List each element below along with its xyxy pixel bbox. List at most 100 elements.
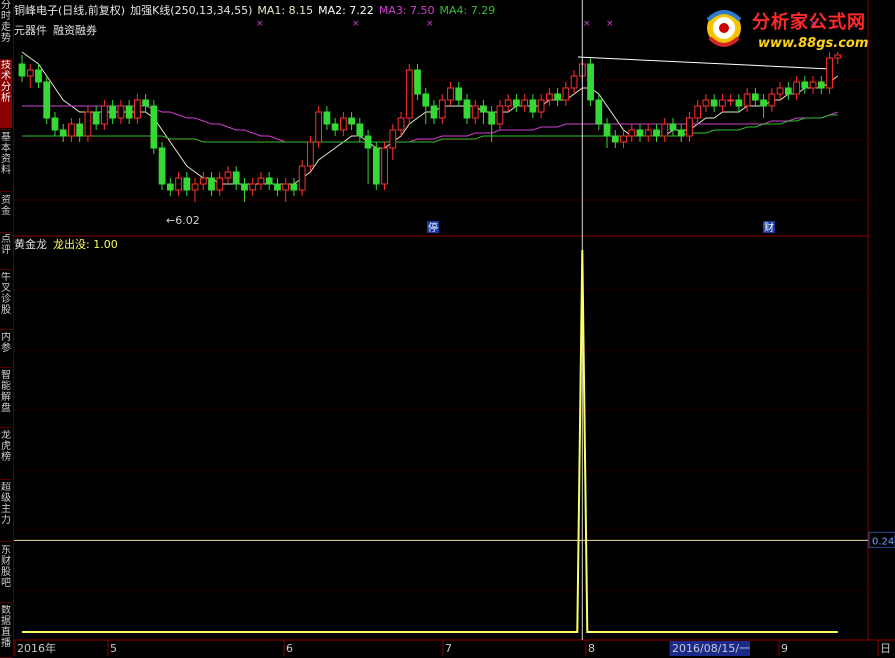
candle-body [826, 57, 833, 89]
candle-body [356, 123, 364, 137]
candle-body [595, 99, 603, 125]
reference-value-label: 0.24 [872, 536, 894, 547]
sidebar-separator [0, 602, 12, 603]
sub-header: 元器件 融资融券 [14, 22, 103, 38]
date-label: 9 [781, 642, 788, 655]
candle-body [199, 177, 207, 185]
indicator-panel-value: 龙出没: 1.00 [53, 238, 118, 251]
stock-name[interactable]: 铜峰电子(日线,前复权) [14, 4, 125, 17]
candle-body [570, 75, 578, 89]
sidebar-separator [0, 427, 12, 428]
candle-body [743, 93, 751, 107]
dividend-marker-icon: × [426, 19, 434, 29]
indicator-name[interactable]: 加强K线(250,13,34,55) [130, 4, 252, 17]
sidebar-separator [0, 269, 12, 270]
indicator-panel-header: 黄金龙 龙出没: 1.00 [14, 236, 124, 252]
candle-body [529, 99, 537, 113]
candle-body [471, 105, 479, 119]
sidebar: 分时走势技术分析基本资料资金 点评牛叉诊股内参智能解盘龙虎榜超级主力东财股吧数据直… [0, 0, 14, 658]
candle-body [447, 87, 454, 101]
candle-body [521, 99, 529, 107]
candle-body [257, 177, 265, 185]
dividend-marker-icon: × [352, 19, 360, 29]
candle-body [686, 117, 693, 137]
date-label: 5 [110, 642, 117, 655]
sidebar-separator [0, 541, 12, 542]
candle-body [92, 111, 100, 125]
candle-body [438, 99, 446, 119]
candle-body [801, 81, 809, 89]
candle-body [364, 135, 372, 149]
sidebar-separator [0, 191, 12, 192]
date-label: 日 [880, 642, 891, 655]
candlesticks [18, 0, 842, 640]
candle-body [496, 105, 504, 125]
candle-body [480, 105, 487, 113]
candle-body [562, 87, 570, 101]
sidebar-tab-3[interactable]: 资金 [0, 195, 12, 231]
sidebar-tab-9[interactable]: 超级主力 [0, 482, 12, 540]
sidebar-tab-2[interactable]: 基本资料 [0, 132, 12, 190]
sidebar-separator [0, 232, 12, 233]
date-label: 8 [588, 642, 595, 655]
sidebar-separator [0, 329, 12, 330]
candle-body [76, 123, 84, 137]
candle-body [84, 111, 92, 137]
candle-body [191, 183, 199, 191]
ma4-value: MA4: 7.29 [439, 4, 496, 17]
candle-body [158, 147, 166, 185]
candle-body [694, 105, 702, 119]
sidebar-tab-10[interactable]: 东财股吧 [0, 545, 12, 601]
signal-line [14, 249, 868, 633]
indicator-panel-name[interactable]: 黄金龙 [14, 238, 47, 251]
sidebar-tab-7[interactable]: 智能解盘 [0, 370, 12, 426]
candle-body [628, 129, 636, 137]
candle-body [603, 123, 611, 137]
candle-body [307, 141, 314, 167]
candle-body [422, 93, 430, 107]
candle-body [751, 93, 759, 101]
ma-line-ma4 [22, 114, 838, 143]
candle-body [430, 105, 438, 119]
candle-body [249, 183, 257, 191]
candle-body [727, 99, 735, 102]
candle-body [175, 177, 182, 191]
candle-body [18, 63, 26, 77]
sidebar-tab-11[interactable]: 数据直播 [0, 605, 12, 656]
margin-tag[interactable]: 融资融券 [53, 24, 97, 37]
candle-body [793, 81, 800, 95]
date-label: 7 [445, 642, 452, 655]
candle-body [710, 99, 718, 107]
candle-body [702, 99, 710, 107]
candle-body [142, 99, 149, 107]
sidebar-separator [0, 479, 12, 480]
candle-body [101, 105, 108, 125]
moving-average-lines [21, 51, 839, 185]
candle-body [117, 105, 125, 119]
sidebar-tab-0[interactable]: 分时走势 [0, 0, 12, 58]
sidebar-tab-8[interactable]: 龙虎榜 [0, 430, 12, 478]
sidebar-tab-4[interactable]: 点评 [0, 234, 12, 268]
ma1-value: MA1: 8.15 [257, 4, 314, 17]
candle-body [59, 129, 67, 137]
candle-body [298, 165, 306, 191]
date-label: 2016年 [17, 641, 56, 655]
candle-body [331, 123, 339, 131]
sidebar-tab-5[interactable]: 牛叉诊股 [0, 272, 12, 328]
sidebar-tab-6[interactable]: 内参 [0, 332, 12, 366]
candle-body [809, 81, 817, 89]
logo-title: 分析家公式网 [752, 12, 866, 33]
candle-body [241, 183, 248, 191]
candle-body [274, 183, 281, 191]
candle-body [644, 129, 652, 137]
candle-body [587, 63, 594, 101]
candle-body [282, 183, 290, 191]
sector-tag[interactable]: 元器件 [14, 24, 47, 37]
signal-series-line [22, 249, 838, 633]
candle-body [315, 111, 323, 143]
chart-canvas: 2016年 5 6 7 8 2016/08/15/一 9 日 0.24 ←6.02 停 财 × × × × ×… [14, 0, 895, 656]
candle-body [109, 105, 117, 119]
sidebar-tab-1[interactable]: 技术分析 [0, 60, 12, 128]
candle-body [620, 135, 627, 143]
candle-body [183, 177, 191, 191]
